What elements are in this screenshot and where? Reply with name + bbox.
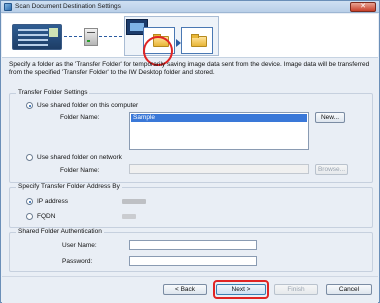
scanner-device-icon [12,24,62,50]
ip-address-value-redacted [122,199,146,204]
radio-local-folder[interactable] [26,102,33,109]
finish-button[interactable]: Finish [274,284,318,295]
cancel-button[interactable]: Cancel [326,284,372,295]
address-legend: Specify Transfer Folder Address By [16,183,122,190]
description-text: Specify a folder as the 'Transfer Folder… [9,61,370,76]
folder-list[interactable]: Sample [129,112,309,150]
folder-list-selected-item[interactable]: Sample [131,114,307,122]
window-title: Scan Document Destination Settings [15,3,121,10]
dialog-window: Scan Document Destination Settings ✕ Spe… [0,0,380,303]
close-button[interactable]: ✕ [350,2,376,12]
network-folder-name-label: Folder Name: [60,167,100,174]
radio-network-folder-label: Use shared folder on network [37,154,122,161]
transfer-folder-group: Transfer Folder Settings Use shared fold… [9,89,373,183]
new-folder-button[interactable]: New... [315,112,345,123]
radio-ip-address-label: IP address [37,198,68,205]
address-group: Specify Transfer Folder Address By IP ad… [9,183,373,228]
radio-network-folder[interactable] [26,154,33,161]
password-label: Password: [62,258,93,265]
user-name-input[interactable] [129,240,257,250]
destination-folder-icon [181,27,213,54]
radio-fqdn[interactable] [26,213,33,220]
password-input[interactable] [129,256,257,266]
fqdn-value-redacted [122,214,136,219]
auth-legend: Shared Folder Authentication [16,228,104,235]
radio-fqdn-label: FQDN [37,213,56,220]
app-icon [4,2,12,11]
transfer-folder-legend: Transfer Folder Settings [16,89,90,96]
next-highlight-annotation [213,280,269,299]
browse-button[interactable]: Browse... [315,164,348,175]
radio-ip-address[interactable] [26,198,33,205]
radio-local-folder-label: Use shared folder on this computer [37,102,139,109]
folder-name-label: Folder Name: [60,114,100,121]
auth-group: Shared Folder Authentication User Name: … [9,228,373,272]
network-folder-input[interactable] [129,164,309,174]
footer-bar: < Back Next > Finish Cancel [2,276,378,303]
illustration-banner [2,14,378,66]
user-name-label: User Name: [62,242,97,249]
computer-icon [84,28,98,46]
title-bar: Scan Document Destination Settings ✕ [1,1,379,13]
back-button[interactable]: < Back [163,284,207,295]
